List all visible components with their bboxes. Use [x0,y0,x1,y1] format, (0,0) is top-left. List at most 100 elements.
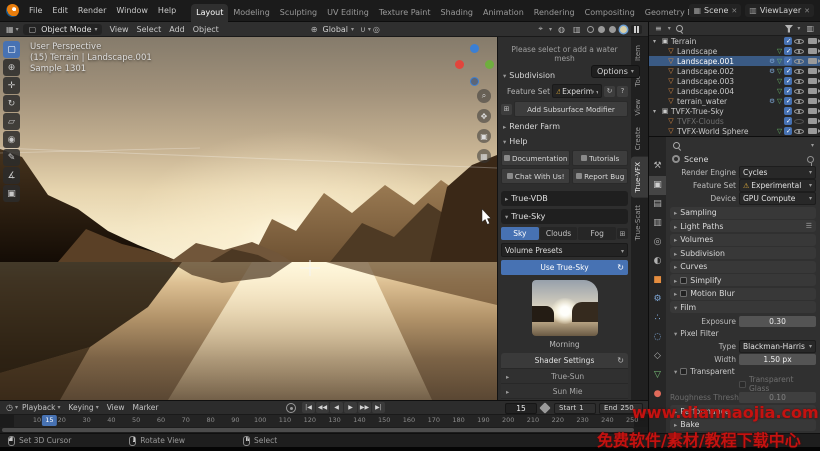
outliner-row[interactable]: ▾ TVFX-Clouds ⚙ ▽ [649,116,820,126]
workspace-tab[interactable]: Layout [191,4,228,22]
workspace-tab[interactable]: Animation [478,4,529,22]
snap-magnet-icon[interactable]: ∪ [358,25,368,34]
sky-options-icon[interactable]: ⊞ [617,228,628,239]
collection-checkbox[interactable] [784,117,792,125]
navigation-gizmo[interactable] [452,43,498,89]
outliner-display-mode-icon[interactable]: ≡ [653,24,664,33]
shading-wireframe-button[interactable] [587,26,594,33]
disable-in-render-toggle[interactable] [808,118,817,124]
hide-in-viewport-toggle[interactable] [794,37,804,45]
property-dropdown[interactable]: Experimental [739,179,816,192]
topbar-menu-item[interactable]: Render [73,3,111,18]
collection-checkbox[interactable] [784,97,792,105]
timeline-ruler[interactable]: 15 1020304050607080901001101201301401501… [0,415,648,427]
topbar-menu-item[interactable]: Help [153,3,181,18]
frame-start-field[interactable]: Start 1 [554,403,596,414]
timeline-menu-item[interactable]: View ▾ [103,403,129,412]
hide-in-viewport-toggle[interactable] [794,127,804,135]
property-dropdown[interactable]: GPU Compute [739,192,816,205]
workspace-tab[interactable]: Compositing [580,4,640,22]
outliner-row[interactable]: ▾ Landscape.002 ⚙ ▽ [649,66,820,76]
hide-in-viewport-toggle[interactable] [794,47,804,55]
help-panel-header[interactable]: Help [501,134,628,149]
scene-selector[interactable]: ▦ Scene ✕ [689,4,741,17]
timeline-menu-item[interactable]: Playback ▾ [18,403,64,412]
rotate-tool[interactable]: ↻ [3,95,20,112]
filter-icon[interactable] [784,25,793,33]
true-sky-panel-header[interactable]: True-Sky [501,209,628,224]
gizmos-dropdown-icon[interactable]: ⌖ [536,24,545,34]
sidebar-tab[interactable]: True-VFX [631,157,648,198]
render-farm-panel-header[interactable]: Render Farm [501,119,628,134]
expand-icon[interactable]: ▾ [653,38,659,45]
filter-type-dropdown[interactable]: Blackman-Harris [739,340,816,353]
expand-icon[interactable]: ▾ [653,108,659,115]
help-icon[interactable]: ? [617,86,628,97]
outliner-row[interactable]: ▾ TVFX-True-Sky ⚙ ▽ [649,106,820,116]
workspace-tab[interactable]: Rendering [529,4,580,22]
constraints-properties-tab[interactable]: ◇ [649,347,666,366]
presets-icon[interactable]: ☰ [806,222,812,230]
pin-icon[interactable] [807,156,814,163]
blender-logo-icon[interactable] [6,4,19,17]
viewport-3d[interactable]: User Perspective (15) Terrain | Landscap… [0,37,648,400]
axis-z-negative-handle[interactable] [470,77,479,86]
play-button[interactable]: ▶ [344,402,357,413]
jump-to-start-button[interactable]: |◀ [302,402,315,413]
properties-panel-header[interactable]: Volumes ☰ [670,234,816,246]
modifier-properties-tab[interactable]: ⚙ [649,290,666,309]
roughness-threshold-field[interactable]: 0.10 [739,392,816,403]
disable-in-render-toggle[interactable] [808,98,817,104]
overlays-icon[interactable]: ◍ [556,25,567,34]
outliner-row[interactable]: ▾ Terrain ⚙ ▽ [649,36,820,46]
render-properties-tab[interactable]: ▣ [649,176,666,195]
collection-checkbox[interactable] [784,77,792,85]
collection-checkbox[interactable] [784,57,792,65]
pixel-filter-subpanel-header[interactable]: Pixel Filter [670,328,816,340]
collection-checkbox[interactable] [784,87,792,95]
cursor-tool[interactable]: ⊕ [3,59,20,76]
axis-z-handle[interactable] [470,44,479,53]
outliner-row[interactable]: ▾ TVFX-World Sphere ⚙ ▽ [649,126,820,136]
properties-panel-header[interactable]: Sampling ☰ [670,207,816,219]
disable-in-render-toggle[interactable] [808,88,817,94]
add-primitive-tool[interactable]: ▣ [3,185,20,202]
annotate-tool[interactable]: ✎ [3,149,20,166]
view-layer-selector[interactable]: ▥ ViewLayer ✕ [745,4,814,17]
shading-solid-button[interactable] [598,26,605,33]
shader-section-row[interactable]: True-Binary [501,398,628,400]
topbar-menu-item[interactable]: Window [111,3,153,18]
timeline-editor-icon[interactable]: ◷ [4,403,15,412]
axis-x-handle[interactable] [455,60,464,69]
tool-properties-tab[interactable]: ⚒ [649,157,666,176]
jump-to-next-keyframe-button[interactable]: ▶▶ [358,402,371,413]
refresh-icon[interactable]: ↻ [604,86,615,97]
workspace-tab[interactable]: Modeling [228,4,274,22]
timeline-menu-item[interactable]: Marker ▾ [129,403,163,412]
object-data-properties-tab[interactable]: ▽ [649,366,666,385]
hide-in-viewport-toggle[interactable] [794,57,804,65]
hide-in-viewport-toggle[interactable] [794,87,804,95]
filter-width-field[interactable]: 1.50 px [739,354,816,365]
auto-keying-toggle[interactable] [286,403,296,413]
shading-rendered-button[interactable] [620,26,627,33]
xray-toggle-icon[interactable]: ▥ [571,25,583,34]
workspace-tab[interactable]: Texture Paint [374,4,436,22]
sky-mode-tab[interactable]: Fog [578,227,616,240]
properties-panel-header[interactable]: Subdivision ☰ [670,247,816,259]
true-vdb-panel-header[interactable]: True-VDB [501,191,628,206]
workspace-tab[interactable]: Geometry Nodes [640,4,690,22]
outliner-row[interactable]: ▾ Landscape.003 ⚙ ▽ [649,76,820,86]
help-link-button[interactable]: Chat With Us! [501,168,570,184]
topbar-menu-item[interactable]: Edit [47,3,73,18]
viewport-menu-item[interactable]: Select [133,23,166,36]
timeline-menu-item[interactable]: Keying ▾ [64,403,102,412]
axis-y-handle[interactable] [485,60,494,69]
outliner-row[interactable]: ▾ Landscape.001 ⚙ ▽ [649,56,820,66]
outliner-row[interactable]: ▾ Landscape ⚙ ▽ [649,46,820,56]
play-reverse-button[interactable]: ◀ [330,402,343,413]
property-dropdown[interactable]: Cycles [739,166,816,179]
sidebar-tab[interactable]: Create [631,122,648,155]
sky-mode-tab[interactable]: Clouds [540,227,578,240]
jump-to-prev-keyframe-button[interactable]: ◀◀ [316,402,329,413]
